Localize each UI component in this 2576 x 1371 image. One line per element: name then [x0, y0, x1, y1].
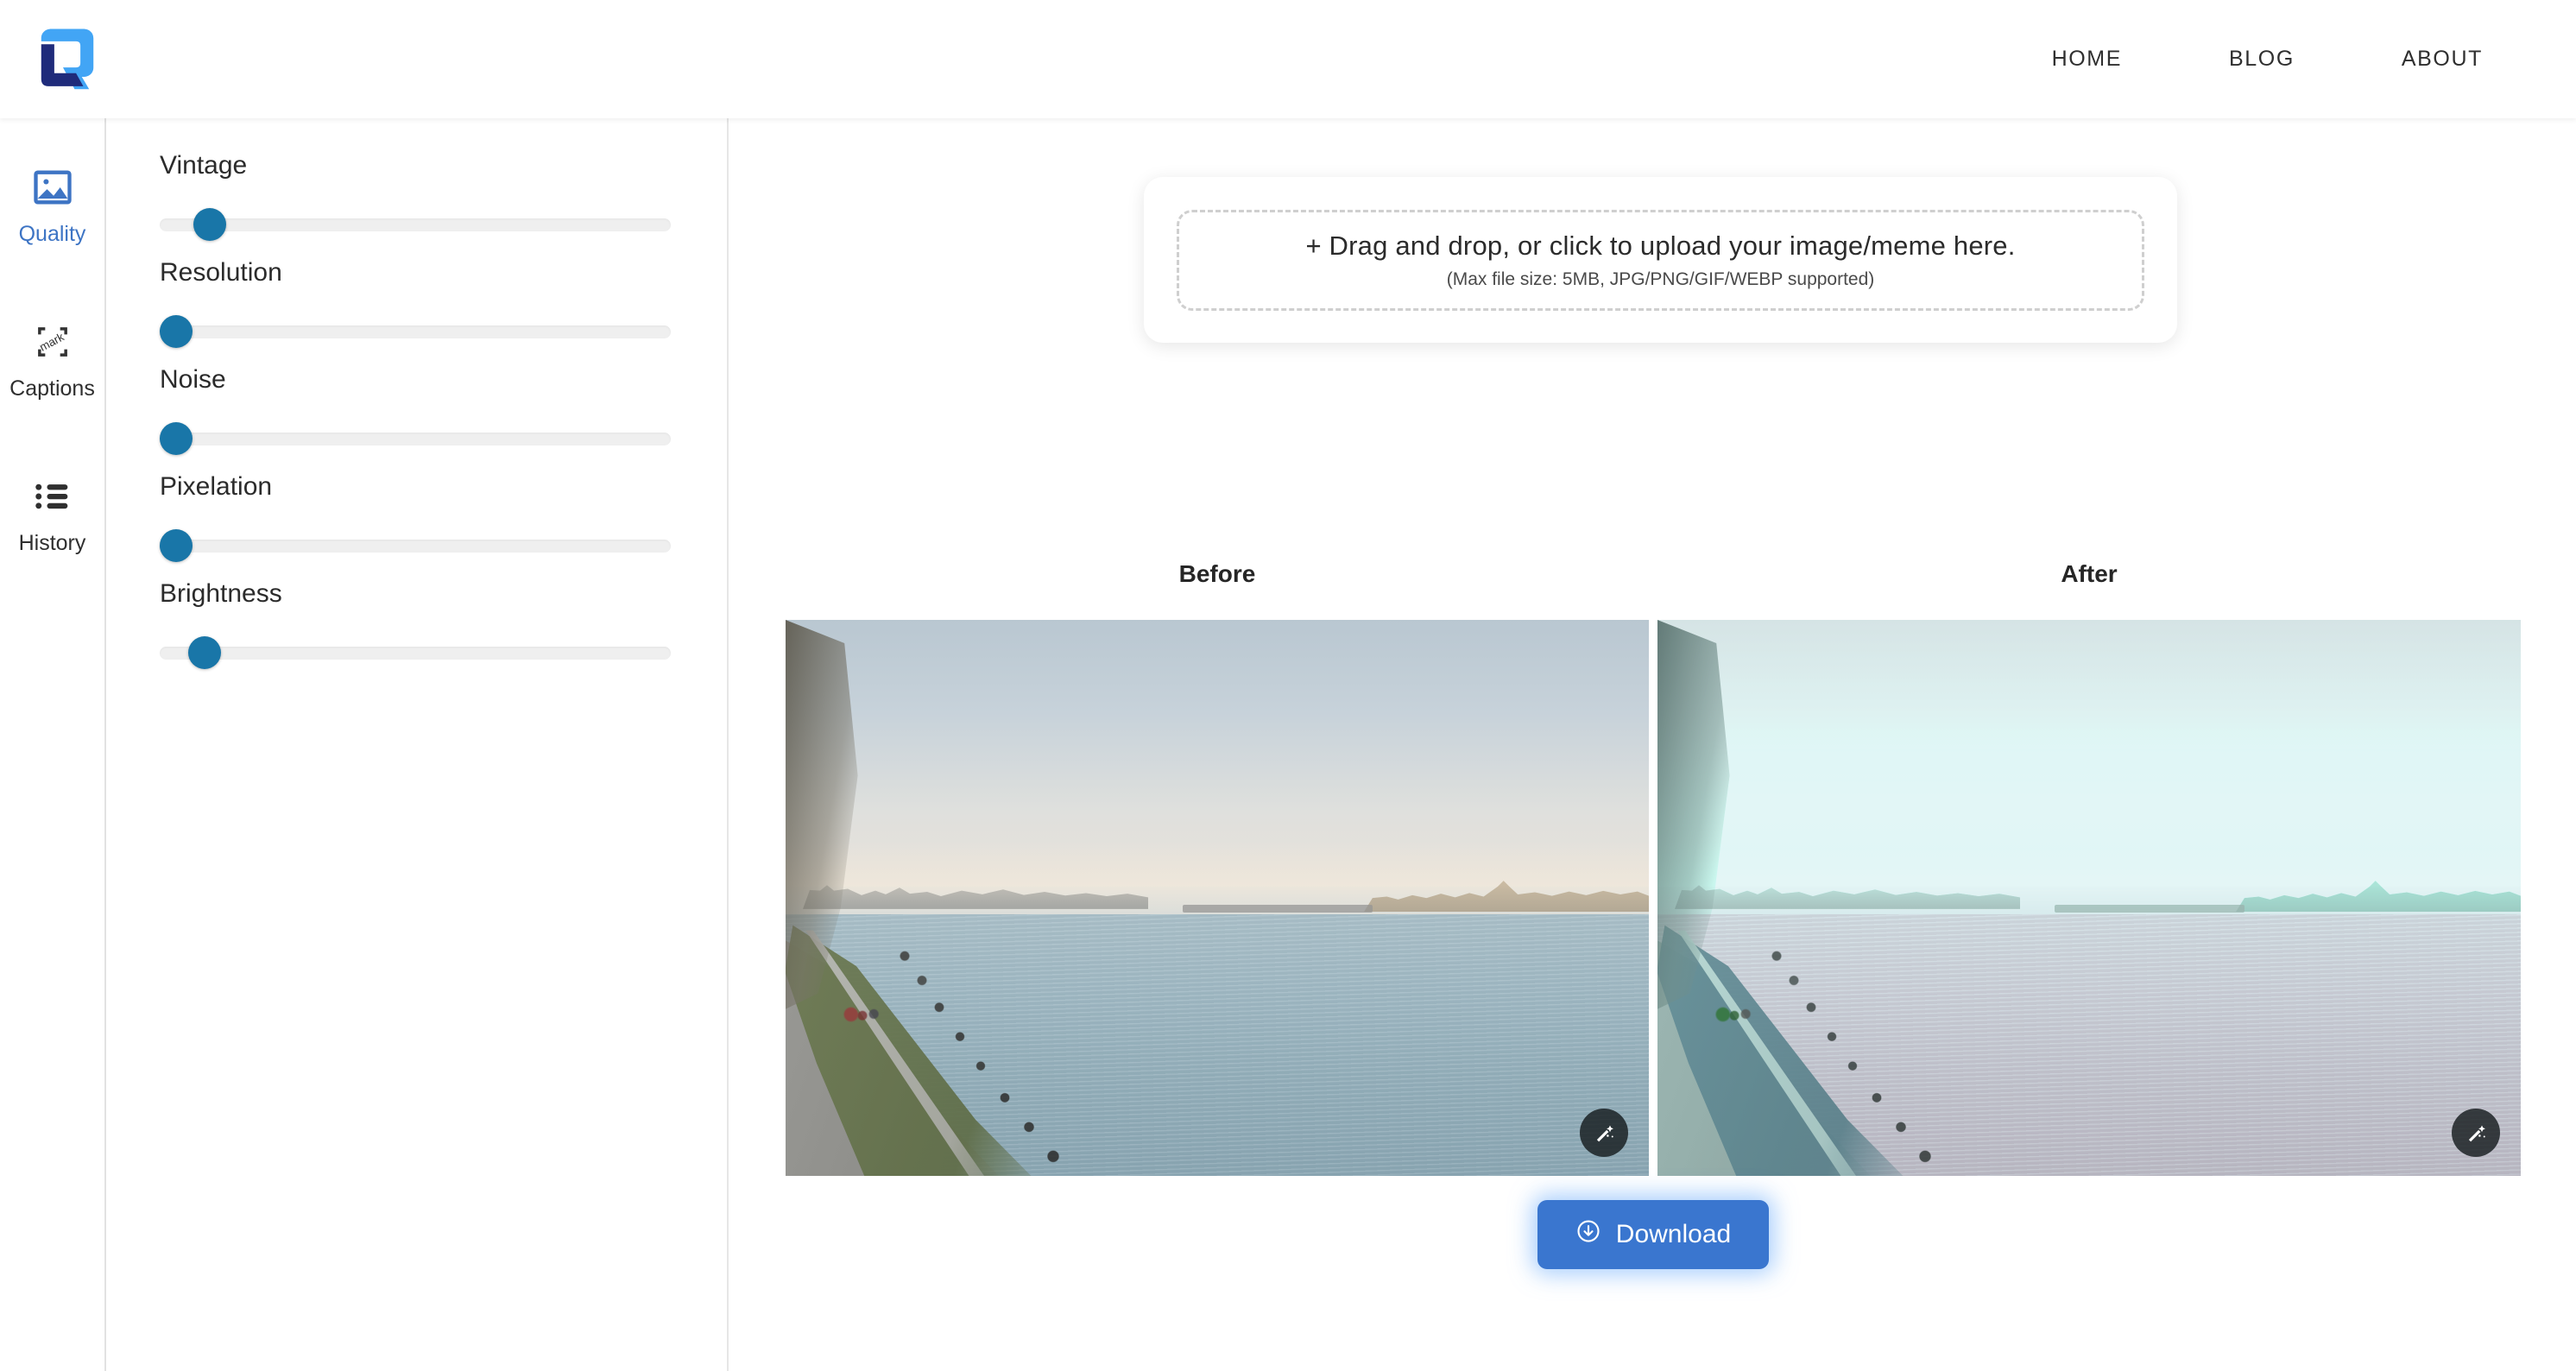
bridge: [2055, 904, 2245, 913]
control-resolution: Resolution: [160, 258, 671, 348]
noise-slider-thumb[interactable]: [160, 422, 193, 455]
control-noise-label: Noise: [160, 365, 226, 394]
vintage-slider-thumb[interactable]: [193, 208, 226, 241]
before-image[interactable]: [786, 620, 1649, 1176]
download-button-label: Download: [1615, 1220, 1732, 1248]
brightness-slider-track: [160, 646, 671, 660]
control-pixelation: Pixelation: [160, 472, 671, 562]
svg-text:mark: mark: [37, 330, 66, 353]
after-label: After: [2061, 560, 2118, 587]
pixelation-slider[interactable]: [160, 529, 671, 562]
sidebar-item-captions[interactable]: mark Captions: [0, 319, 104, 401]
nav-link-home[interactable]: HOME: [2040, 38, 2134, 80]
main-navigation: HOME BLOG ABOUT: [2040, 0, 2495, 118]
upload-card: + Drag and drop, or click to upload your…: [1144, 177, 2177, 343]
shore-rocks: [1735, 931, 2080, 1176]
vintage-slider[interactable]: [160, 208, 671, 241]
sidebar-item-history-label: History: [18, 531, 86, 555]
quality-controls-panel: Vintage Resolution Noise Pixelation Brig…: [106, 118, 729, 1371]
pedestrians: [842, 1003, 893, 1027]
control-resolution-label: Resolution: [160, 258, 282, 287]
shore-rocks: [863, 931, 1209, 1176]
noise-slider[interactable]: [160, 422, 671, 455]
pedestrians: [1714, 1003, 1765, 1027]
magic-wand-icon[interactable]: [1580, 1109, 1628, 1157]
brightness-slider-thumb[interactable]: [188, 636, 222, 669]
sidebar-item-quality[interactable]: Quality: [0, 165, 104, 247]
before-image-canvas: [786, 620, 1649, 1176]
top-header: HOME BLOG ABOUT: [0, 0, 2576, 118]
dropzone-secondary-text: (Max file size: 5MB, JPG/PNG/GIF/WEBP su…: [1446, 269, 1875, 289]
after-pane: After: [1657, 560, 2521, 1176]
image-icon: [30, 165, 75, 210]
sidebar-item-captions-label: Captions: [9, 376, 95, 401]
resolution-slider[interactable]: [160, 315, 671, 348]
sidebar-item-quality-label: Quality: [18, 222, 86, 246]
vintage-slider-track: [160, 218, 671, 231]
resolution-slider-track: [160, 325, 671, 338]
after-image-canvas: [1657, 620, 2521, 1176]
pixelation-slider-thumb[interactable]: [160, 529, 193, 562]
control-vintage: Vintage: [160, 151, 671, 241]
before-label: Before: [1178, 560, 1256, 587]
upload-dropzone[interactable]: + Drag and drop, or click to upload your…: [1177, 209, 2144, 311]
download-button[interactable]: Download: [1537, 1200, 1770, 1269]
sidebar-item-history[interactable]: History: [0, 474, 104, 556]
main-content: + Drag and drop, or click to upload your…: [730, 118, 2576, 1371]
control-brightness-label: Brightness: [160, 579, 282, 608]
tool-sidebar: Quality mark Captions History: [0, 118, 106, 1371]
control-vintage-label: Vintage: [160, 151, 248, 180]
magic-wand-icon[interactable]: [2452, 1109, 2500, 1157]
after-image[interactable]: [1657, 620, 2521, 1176]
noise-slider-track: [160, 432, 671, 445]
control-noise: Noise: [160, 365, 671, 455]
control-pixelation-label: Pixelation: [160, 472, 273, 501]
nav-link-about[interactable]: ABOUT: [2390, 38, 2495, 80]
app-logo[interactable]: [31, 22, 104, 95]
watermark-icon: mark: [30, 319, 75, 364]
resolution-slider-thumb[interactable]: [160, 315, 193, 348]
control-brightness: Brightness: [160, 579, 671, 669]
before-pane: Before: [786, 560, 1649, 1176]
brightness-slider[interactable]: [160, 636, 671, 669]
list-icon: [30, 474, 75, 519]
bridge: [1183, 904, 1373, 913]
before-after-comparison: Before After: [786, 560, 2521, 1176]
pixelation-slider-track: [160, 539, 671, 553]
download-circle-icon: [1575, 1218, 1601, 1251]
nav-link-blog[interactable]: BLOG: [2217, 38, 2307, 80]
download-area: Download: [730, 1200, 2576, 1269]
dropzone-primary-text: + Drag and drop, or click to upload your…: [1305, 230, 2016, 261]
